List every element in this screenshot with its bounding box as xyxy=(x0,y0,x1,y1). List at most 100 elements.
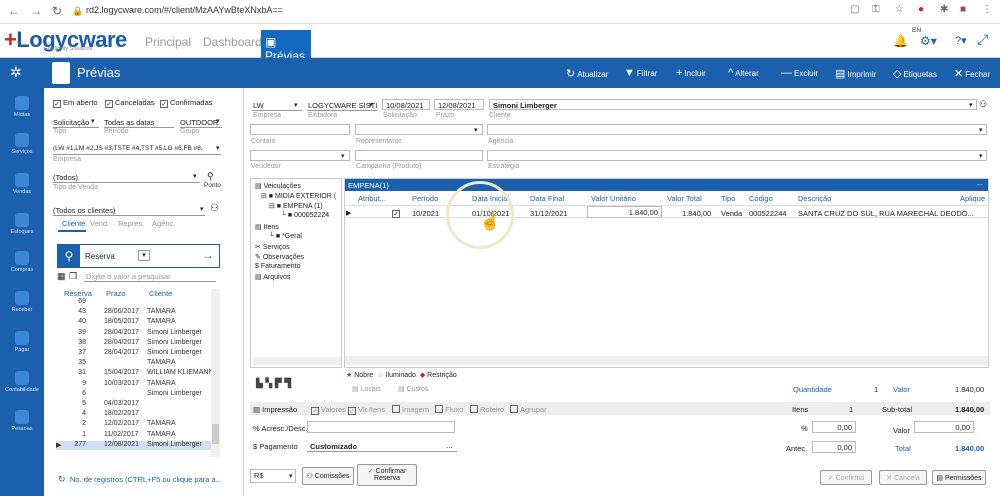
opt-imagem[interactable]: Imagem xyxy=(392,405,429,414)
reload-icon[interactable]: ↻ xyxy=(52,4,62,18)
ctab-repres[interactable]: Repres. xyxy=(118,219,144,228)
confirma-button[interactable]: ✓ Confirma xyxy=(820,470,872,485)
locais-button[interactable]: ▤ Locais xyxy=(352,385,381,393)
nav-pagar[interactable]: Pagar xyxy=(0,331,44,353)
tree-item-arquivos[interactable]: ▤ Arquivos xyxy=(255,273,290,281)
col-periodo[interactable]: Período xyxy=(412,194,438,203)
list-item[interactable]: 69 xyxy=(56,298,214,307)
copy-icon[interactable]: ❐ xyxy=(69,271,77,282)
empresa-select[interactable]: (LW #1,LM #2,JS #3,TSTE #4,TST #5,LG #6,… xyxy=(53,145,203,152)
cell-valor-unitario[interactable]: 1.840,00 xyxy=(587,206,662,218)
list-item[interactable]: 35 TAMARA xyxy=(56,359,214,368)
list-item[interactable]: 5 04/03/2017 xyxy=(56,400,214,409)
list-item[interactable]: 40 18/05/2017 TAMARA xyxy=(56,318,214,327)
nav-vendas[interactable]: Vendas xyxy=(0,173,44,195)
tree-item-itens[interactable]: ▤ Itens xyxy=(255,223,279,231)
chevron-down-icon[interactable]: ▾ xyxy=(216,144,220,152)
list-item[interactable]: 9 10/03/2017 TAMARA xyxy=(56,380,214,389)
col-descricao[interactable]: Descrição xyxy=(798,194,831,203)
tree-item-geral[interactable]: └ ■ *Geral xyxy=(269,233,302,240)
tree-hscroll[interactable] xyxy=(253,357,341,365)
person-icon[interactable]: ⚇ xyxy=(210,203,219,214)
key-icon[interactable]: ⚿ xyxy=(872,4,880,15)
search-icon[interactable]: ⚲ xyxy=(58,245,80,267)
chevron-down-icon[interactable]: ▾ xyxy=(91,117,95,125)
scroll-thumb[interactable] xyxy=(212,424,219,444)
edit-button[interactable]: ^ Alterar xyxy=(728,67,759,79)
app-menu-icon[interactable]: ✲ xyxy=(10,64,22,81)
refresh-icon[interactable]: ↻ xyxy=(58,474,66,485)
chk-em-aberto[interactable]: ✓ Em aberto xyxy=(53,98,98,108)
back-icon[interactable]: ← xyxy=(8,4,20,18)
periodo-select[interactable]: Todas as datas xyxy=(104,118,154,127)
contato-field[interactable] xyxy=(250,124,350,135)
list-item[interactable]: 6 Simoni Limberger xyxy=(56,390,214,399)
star-icon[interactable]: ☆ xyxy=(895,4,904,15)
tipovenda-select[interactable]: (Todos) xyxy=(53,173,78,182)
records-count-link[interactable]: No. de registros (CTRL+F5 ou clique para… xyxy=(70,475,222,484)
help-icon[interactable]: ?▾ xyxy=(955,34,967,47)
list-item[interactable]: 1 11/02/2017 TAMARA xyxy=(56,431,214,440)
ctab-vend[interactable]: Vend. xyxy=(90,219,109,228)
print-button[interactable]: ▤ Imprimir xyxy=(835,67,876,80)
valor-desc-field[interactable]: 0,00 xyxy=(914,421,974,433)
settings-icon[interactable]: ⚙▾ xyxy=(920,34,937,48)
estrategia-field[interactable] xyxy=(487,150,987,161)
more-icon[interactable]: ... xyxy=(977,180,983,187)
chevron-down-icon[interactable]: ▾ xyxy=(474,126,478,134)
pct-field[interactable]: 0,00 xyxy=(812,421,856,433)
list-item[interactable]: 2 12/02/2017 TAMARA xyxy=(56,420,214,429)
chevron-down-icon[interactable]: ▾ xyxy=(200,205,204,213)
filter-button[interactable]: ▼ Filtrar xyxy=(624,67,657,79)
clientes-select[interactable]: (Todos os clientes) xyxy=(53,206,116,215)
forward-icon[interactable]: → xyxy=(30,4,42,18)
chevron-down-icon[interactable]: ▾ xyxy=(341,152,345,160)
tree-item-midia[interactable]: ⊟ ■ MIDIA EXTERIOR ( xyxy=(261,192,336,200)
avatar[interactable]: ■ xyxy=(960,4,966,15)
tab-dashboards[interactable]: Dashboards xyxy=(203,35,268,49)
tree-item-veiculacoes[interactable]: ▤ Veiculações xyxy=(255,182,301,190)
close-button[interactable]: ✕ Fechar xyxy=(954,67,990,80)
chevron-down-icon[interactable]: ▾ xyxy=(294,101,298,109)
opt-roteiro[interactable]: Roteiro xyxy=(470,405,504,414)
search-field-select[interactable]: Reserva xyxy=(85,252,115,261)
col-codigo[interactable]: Código xyxy=(749,194,773,203)
chevron-down-icon[interactable]: ▾ xyxy=(216,117,220,125)
agencia-field[interactable] xyxy=(487,124,987,135)
chevron-down-icon[interactable]: ▾ xyxy=(289,472,293,480)
language-label[interactable]: EN xyxy=(912,27,921,34)
list-item[interactable]: 38 28/04/2017 Simoni Limberger xyxy=(56,339,214,348)
tipo-select[interactable]: Solicitação xyxy=(53,118,89,127)
cliente-field[interactable]: Simoni Limberger xyxy=(489,99,977,110)
col-valor-total[interactable]: Valor Total xyxy=(667,194,702,203)
arrow-right-icon[interactable]: → xyxy=(202,248,214,262)
nav-receber[interactable]: Receber xyxy=(0,291,44,313)
tab-icon[interactable]: ▢ xyxy=(850,4,859,15)
calendar-icon[interactable]: ▦ xyxy=(57,271,66,282)
tree-item-empena[interactable]: ⊟ ■ EMPENA (1) xyxy=(269,202,323,210)
prazo-field[interactable]: 12/08/2021 xyxy=(434,99,484,110)
empresa-field[interactable]: LW xyxy=(253,101,264,110)
notification-icon[interactable]: 🔔 xyxy=(893,34,908,48)
tree-tools-icon[interactable]: ▙ ▚ ▛ ▜ xyxy=(256,378,291,389)
search-input[interactable]: Digite o valor a pesquisar xyxy=(86,272,171,281)
tab-previas[interactable]: ▣ Prévias xyxy=(261,30,311,63)
col-reserva[interactable]: Reserva xyxy=(64,289,92,298)
chevron-down-icon[interactable]: ▾ xyxy=(193,172,197,180)
tree-item-servicos[interactable]: ✂ Serviços xyxy=(255,243,290,251)
opt-vlritens[interactable]: ✓ Vlr.Itens xyxy=(348,405,385,415)
chk-confirmadas[interactable]: ✓ Confirmadas xyxy=(160,98,213,108)
chevron-down-icon[interactable]: ▾ xyxy=(969,101,973,109)
ctab-cliente[interactable]: Cliente xyxy=(62,219,85,228)
chevron-down-icon[interactable]: ▾ xyxy=(369,101,373,109)
nav-pessoas[interactable]: Pessoas xyxy=(0,410,44,432)
nav-compras[interactable]: Compras xyxy=(0,251,44,273)
menu-icon[interactable]: ⋮ xyxy=(982,4,992,15)
nav-servicos[interactable]: Serviços xyxy=(0,133,44,155)
tree-item-observacoes[interactable]: ✎ Observações xyxy=(255,253,304,261)
list-item[interactable]: 31 15/04/2017 WILLIAM KLIEMANN xyxy=(56,369,214,378)
col-atributo[interactable]: Atribut... xyxy=(358,194,386,203)
list-scrollbar[interactable] xyxy=(211,289,220,457)
cancela-button[interactable]: ✕ Cancela xyxy=(879,470,927,485)
list-item[interactable]: 37 28/04/2017 Simoni Limberger xyxy=(56,349,214,358)
